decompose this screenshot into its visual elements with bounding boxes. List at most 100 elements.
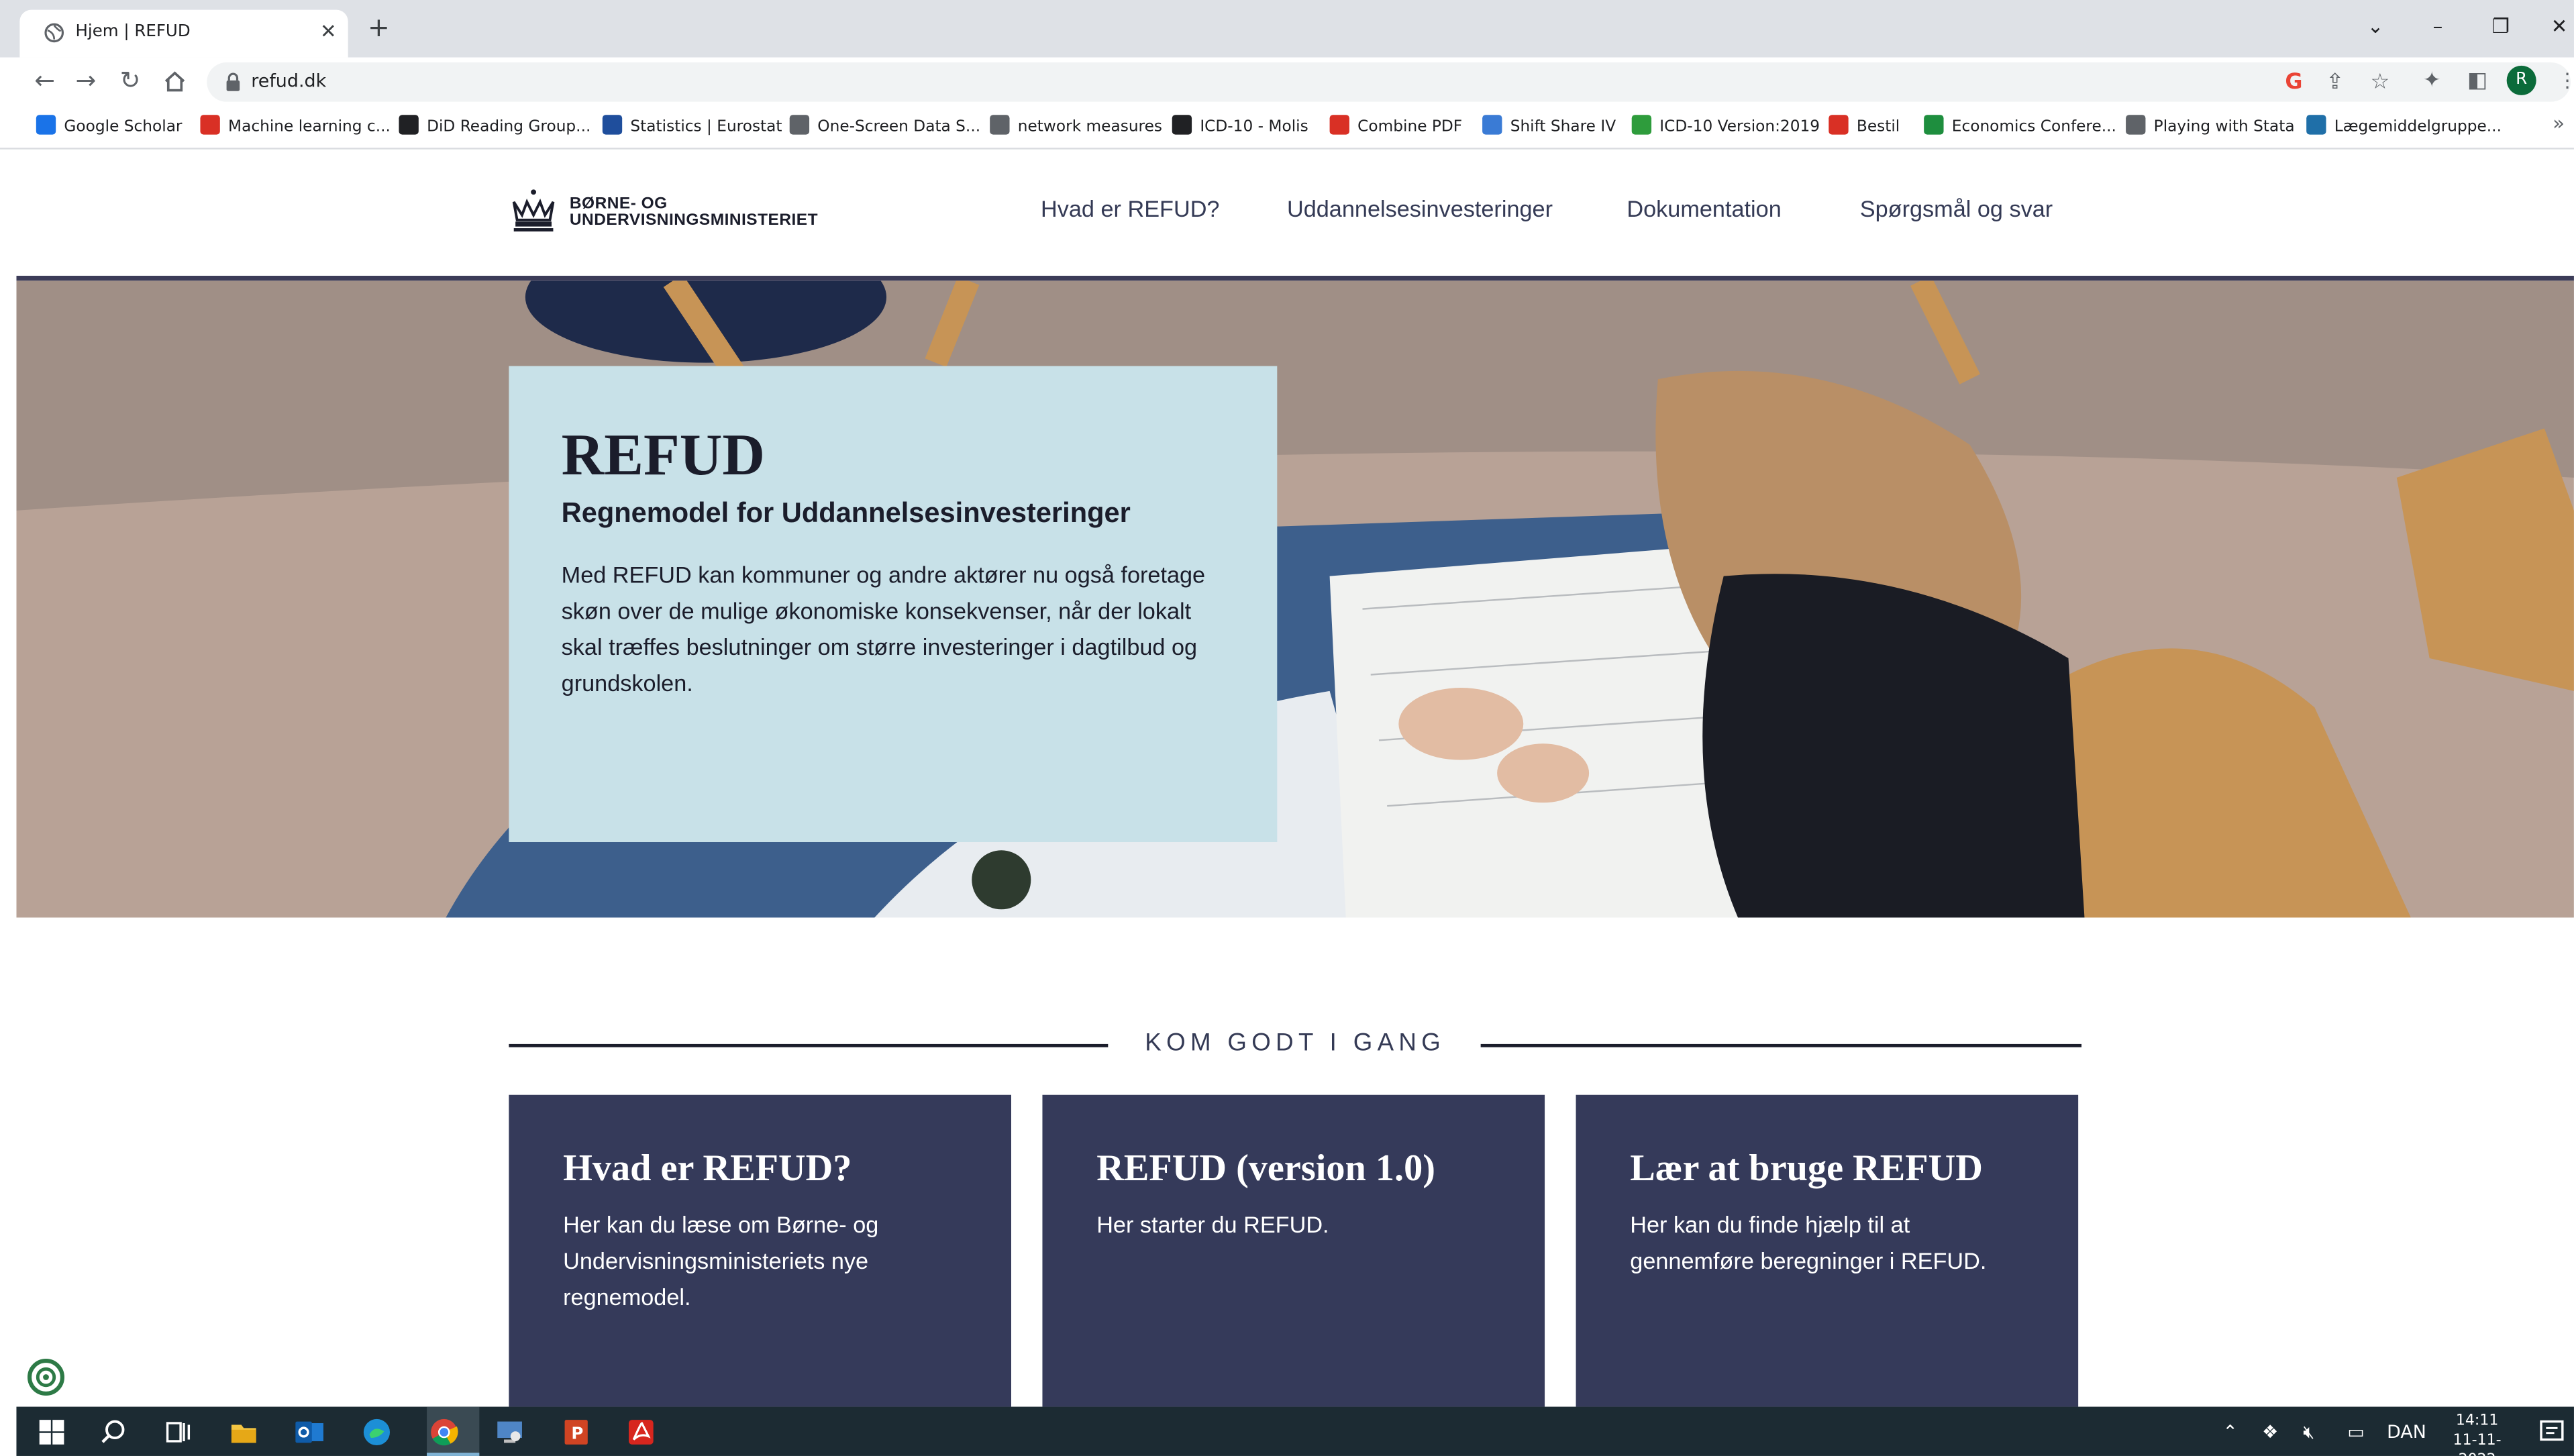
logo-line-1: BØRNE- OG (569, 195, 668, 214)
bookmarks-bar: Google Scholar Machine learning c... DiD R… (0, 107, 2574, 150)
card-title: Lær at bruge REFUD (1630, 1147, 1983, 1189)
section-heading: KOM GODT I GANG (509, 1029, 2082, 1062)
profile-avatar[interactable]: R (2506, 65, 2536, 95)
bookmark-item[interactable]: Combine PDF (1329, 115, 1462, 138)
bookmark-item[interactable]: Lægemiddelgruppe... (2306, 115, 2502, 138)
bookmark-item[interactable]: Bestil (1829, 115, 1900, 138)
hero-photo (16, 280, 2574, 918)
outlook-icon[interactable] (294, 1416, 325, 1447)
card-laer-at-bruge[interactable]: Lær at bruge REFUD Her kan du finde hjæl… (1576, 1094, 2079, 1407)
close-tab-icon[interactable]: ✕ (320, 19, 337, 42)
bookmark-favicon-icon (602, 115, 623, 135)
clock-time: 14:11 (2455, 1413, 2499, 1430)
bookmark-item[interactable]: One-Screen Data S... (789, 115, 980, 138)
bookmark-favicon-icon (200, 115, 220, 135)
bookmark-item[interactable]: Statistics | Eurostat (602, 115, 782, 138)
bookmark-label: Machine learning c... (228, 118, 391, 137)
bookmark-item[interactable]: Shift Share IV (1482, 115, 1616, 138)
bookmark-favicon-icon (990, 115, 1010, 135)
bookmark-label: Playing with Stata (2153, 118, 2295, 137)
card-text: Her kan du finde hjælp til at gennemføre… (1630, 1211, 1987, 1274)
bookmark-star-icon[interactable]: ☆ (2371, 70, 2390, 95)
bookmark-favicon-icon (2306, 115, 2326, 135)
section-title: KOM GODT I GANG (1145, 1029, 1446, 1057)
section-divider-right (1480, 1043, 2082, 1047)
hero-subtitle: Regnemodel for Uddannelsesinvesteringer (561, 497, 1131, 529)
bookmark-label: Google Scholar (64, 118, 183, 137)
reload-icon[interactable]: ↻ (120, 67, 141, 93)
card-refud-version[interactable]: REFUD (version 1.0) Her starter du REFUD… (1042, 1094, 1545, 1407)
new-tab-icon[interactable]: + (368, 14, 390, 41)
task-view-icon[interactable] (162, 1416, 193, 1447)
logo-line-2: UNDERVISNINGSMINISTERIET (569, 211, 819, 230)
volume-muted-icon[interactable]: 🔇︎ (2303, 1422, 2314, 1445)
card-text: Her starter du REFUD. (1096, 1211, 1329, 1238)
language-indicator[interactable]: DAN (2387, 1422, 2426, 1443)
powerpoint-icon[interactable]: P (560, 1416, 590, 1447)
accessibility-icon[interactable] (26, 1357, 66, 1397)
battery-icon[interactable]: ▭ (2347, 1422, 2364, 1443)
restore-icon[interactable]: ❐ (2492, 15, 2510, 38)
bookmark-favicon-icon (2126, 115, 2146, 135)
card-text: Her kan du læse om Børne- og Undervisnin… (563, 1211, 879, 1310)
bookmark-favicon-icon (1829, 115, 1849, 135)
bookmark-item[interactable]: Playing with Stata (2126, 115, 2295, 138)
windows-taskbar: P ⌃ ❖ 🔇︎ ▭ DAN 14:11 11-11-2022 (16, 1406, 2574, 1456)
notifications-icon[interactable] (2536, 1416, 2567, 1447)
bookmark-item[interactable]: ICD-10 - Molis (1172, 115, 1308, 138)
url-text: refud.dk (251, 70, 327, 92)
side-panel-icon[interactable]: ◧ (2467, 69, 2487, 95)
bookmark-favicon-icon (1924, 115, 1944, 135)
dropbox-icon[interactable]: ❖ (2262, 1422, 2278, 1443)
share-icon[interactable]: ⇪ (2326, 70, 2345, 95)
bookmark-item[interactable]: Google Scholar (36, 115, 183, 138)
bookmark-item[interactable]: Economics Confere... (1924, 115, 2116, 138)
search-icon[interactable] (99, 1416, 130, 1447)
extensions-icon[interactable]: ✦ (2423, 69, 2441, 95)
ministry-logo[interactable]: BØRNE- OG UNDERVISNINGSMINISTERIET (509, 187, 854, 236)
file-explorer-icon[interactable] (228, 1416, 259, 1447)
show-hidden-icons[interactable]: ⌃ (2222, 1422, 2238, 1443)
edge-icon[interactable] (361, 1416, 392, 1447)
bookmark-item[interactable]: ICD-10 Version:2019 (1631, 115, 1820, 138)
tab-search-icon[interactable]: ⌄ (2367, 15, 2384, 38)
hero-banner: REFUD Regnemodel for Uddannelsesinvester… (16, 275, 2574, 918)
minimize-icon[interactable]: – (2433, 15, 2443, 38)
nav-uddannelsesinvesteringer[interactable]: Uddannelsesinvesteringer (1287, 195, 1553, 221)
nav-hvad-er-refud[interactable]: Hvad er REFUD? (1041, 195, 1219, 221)
nav-spoergsmaal-og-svar[interactable]: Spørgsmål og svar (1860, 195, 2053, 221)
bookmark-item[interactable]: network measures (990, 115, 1162, 138)
remote-desktop-icon[interactable] (494, 1416, 525, 1447)
svg-text:P: P (571, 1423, 583, 1443)
home-icon[interactable] (162, 69, 187, 94)
browser-tab[interactable]: Hjem | REFUD ✕ (19, 9, 348, 58)
menu-icon[interactable]: ⋮ (2557, 69, 2573, 92)
bookmark-favicon-icon (1172, 115, 1192, 135)
forward-icon[interactable]: → (76, 67, 97, 93)
bookmark-label: ICD-10 Version:2019 (1659, 118, 1820, 137)
acrobat-icon[interactable] (625, 1416, 656, 1447)
lock-icon (226, 72, 240, 91)
chrome-icon[interactable] (429, 1416, 460, 1447)
bookmark-label: Bestil (1856, 118, 1900, 137)
more-bookmarks-icon[interactable]: » (2553, 111, 2565, 134)
windows-start-icon[interactable] (36, 1416, 67, 1447)
google-translate-icon[interactable]: G (2285, 70, 2302, 95)
close-window-icon[interactable]: ✕ (2551, 15, 2568, 38)
crown-icon (512, 189, 555, 231)
address-bar[interactable]: refud.dk G ⇪ ☆ (207, 62, 2571, 102)
tab-strip: Hjem | REFUD ✕ + ⌄ – ❐ ✕ (0, 0, 2574, 58)
back-icon[interactable]: ← (34, 67, 55, 93)
bookmark-item[interactable]: DiD Reading Group... (399, 115, 590, 138)
bookmark-item[interactable]: Machine learning c... (200, 115, 391, 138)
card-hvad-er-refud[interactable]: Hvad er REFUD? Her kan du læse om Børne-… (509, 1094, 1011, 1407)
system-clock[interactable]: 14:11 11-11-2022 (2436, 1412, 2518, 1456)
bookmark-favicon-icon (1482, 115, 1502, 135)
nav-dokumentation[interactable]: Dokumentation (1627, 195, 1781, 221)
clock-date: 11-11-2022 (2453, 1433, 2502, 1456)
card-title: Hvad er REFUD? (563, 1147, 852, 1189)
bookmark-favicon-icon (399, 115, 419, 135)
hero-description: Med REFUD kan kommuner og andre aktører … (561, 561, 1206, 696)
web-page: BØRNE- OG UNDERVISNINGSMINISTERIET Hvad … (16, 151, 2574, 1407)
hero-card: REFUD Regnemodel for Uddannelsesinvester… (509, 366, 1278, 843)
